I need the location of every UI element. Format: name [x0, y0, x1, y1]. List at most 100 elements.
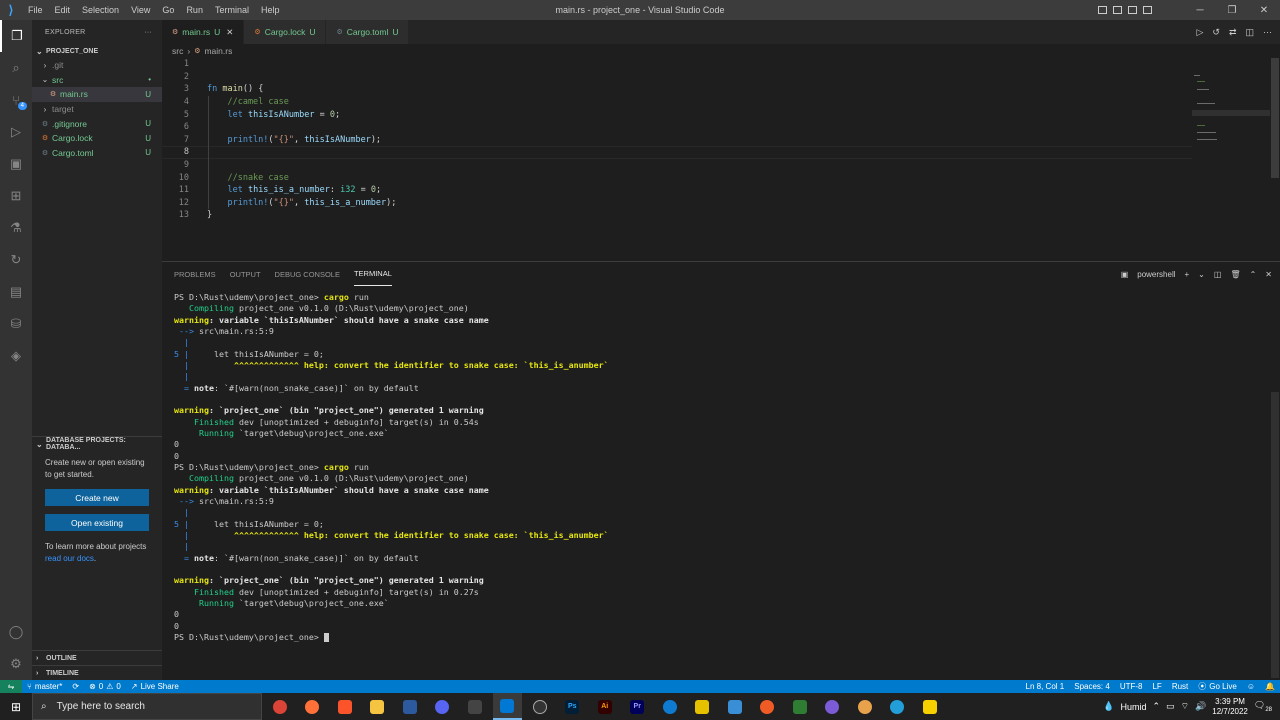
clock[interactable]: 3:39 PM 12/7/2022 — [1212, 697, 1248, 717]
remote-explorer-icon[interactable]: ▣ — [0, 148, 32, 180]
more-actions-icon[interactable]: ··· — [144, 29, 152, 36]
tool-app[interactable] — [720, 693, 750, 720]
tree-item[interactable]: ⚙ Cargo.lock U — [32, 131, 162, 146]
open-existing-button[interactable]: Open existing — [45, 514, 149, 531]
close-tab-icon[interactable]: ✕ — [226, 27, 233, 38]
menu-go[interactable]: Go — [156, 0, 180, 20]
go-forward-icon[interactable]: ⇄ — [1229, 27, 1237, 38]
notification-center-icon[interactable]: 🗨28 — [1254, 700, 1272, 713]
close-panel-icon[interactable]: ✕ — [1265, 270, 1272, 279]
menu-edit[interactable]: Edit — [49, 0, 77, 20]
customize-layout-icon[interactable] — [1143, 6, 1152, 14]
language-mode[interactable]: Rust — [1167, 682, 1193, 691]
database-projects-header[interactable]: ⌄ DATABASE PROJECTS: DATABA... — [32, 436, 162, 451]
run-debug-icon[interactable]: ▷ — [0, 116, 32, 148]
menu-terminal[interactable]: Terminal — [209, 0, 255, 20]
unity-app[interactable] — [460, 693, 490, 720]
game-app[interactable] — [688, 693, 718, 720]
maximize-panel-icon[interactable]: ⌃ — [1250, 270, 1257, 279]
tab-problems[interactable]: PROBLEMS — [174, 262, 216, 286]
docker-icon[interactable]: ▤ — [0, 276, 32, 308]
network-icon[interactable]: ▭ — [1166, 701, 1175, 712]
code-editor[interactable]: 1 2 3 fn main() {4 //camel case 5 let thisIs… — [162, 58, 1192, 261]
github-app[interactable] — [525, 693, 555, 720]
sync-icon[interactable]: ⟳ — [67, 682, 84, 691]
tree-item[interactable]: ⚙ main.rs U — [32, 87, 162, 102]
editor-scrollbar[interactable] — [1270, 58, 1280, 261]
taskbar-search[interactable]: ⌕ Type here to search — [32, 693, 262, 720]
extensions-icon[interactable]: ⊞ — [0, 180, 32, 212]
database-icon[interactable]: ⛁ — [0, 308, 32, 340]
postman-app[interactable] — [753, 693, 783, 720]
volume-icon[interactable]: 🔊 — [1195, 701, 1206, 712]
menu-file[interactable]: File — [22, 0, 49, 20]
minimap[interactable] — [1192, 58, 1270, 261]
end-of-line[interactable]: LF — [1147, 682, 1166, 691]
testing-icon[interactable]: ⚗ — [0, 212, 32, 244]
minimap-slider[interactable] — [1192, 110, 1270, 116]
toggle-secondary-sidebar-icon[interactable] — [1128, 6, 1137, 14]
notifications-icon[interactable]: 🔔 — [1260, 682, 1280, 691]
premiere-app[interactable]: Pr — [623, 693, 653, 720]
outline-section[interactable]: › OUTLINE — [32, 650, 162, 665]
source-control-icon[interactable]: ⑂ 4 — [0, 84, 32, 116]
encoding[interactable]: UTF-8 — [1115, 682, 1148, 691]
cloud-app[interactable] — [850, 693, 880, 720]
powershell-app[interactable] — [395, 693, 425, 720]
brave-app[interactable] — [330, 693, 360, 720]
chrome-app[interactable] — [265, 693, 295, 720]
live-share-icon[interactable]: ↻ — [0, 244, 32, 276]
menu-selection[interactable]: Selection — [76, 0, 125, 20]
tab-output[interactable]: OUTPUT — [230, 262, 261, 286]
menu-view[interactable]: View — [125, 0, 156, 20]
close-window-icon[interactable]: ✕ — [1248, 0, 1280, 20]
search-icon[interactable]: ⌕ — [0, 52, 32, 84]
windows-start-icon[interactable]: ⊞ — [0, 693, 32, 720]
live-share-button[interactable]: ↗ Live Share — [126, 682, 184, 691]
problems-indicator[interactable]: ⊗ 0 ⚠ 0 — [84, 682, 126, 691]
tray-chevron-icon[interactable]: ⌃ — [1153, 701, 1161, 712]
terminal-output[interactable]: PS D:\Rust\udemy\project_one> cargo run … — [174, 292, 1264, 678]
read-docs-link[interactable]: read our docs — [45, 554, 94, 563]
minimize-icon[interactable]: ─ — [1184, 0, 1216, 20]
tree-item[interactable]: ⚙ Cargo.toml U — [32, 146, 162, 161]
edge-app[interactable] — [655, 693, 685, 720]
cursor-position[interactable]: Ln 8, Col 1 — [1021, 682, 1070, 691]
notes-app[interactable] — [915, 693, 945, 720]
breadcrumb-file[interactable]: main.rs — [204, 46, 232, 56]
tab-cargo-lock[interactable]: ⚙ Cargo.lock U — [244, 20, 327, 44]
explorer-icon[interactable]: ❐ — [0, 20, 32, 52]
settings-gear-icon[interactable]: ⚙ — [0, 648, 32, 680]
wifi-icon[interactable]: ⌔ — [1181, 701, 1189, 712]
split-editor-icon[interactable]: ◫ — [1245, 27, 1254, 38]
terminal-scroll-thumb[interactable] — [1271, 392, 1279, 678]
chat-app[interactable] — [818, 693, 848, 720]
breadcrumb-folder[interactable]: src — [172, 46, 183, 56]
indentation[interactable]: Spaces: 4 — [1069, 682, 1115, 691]
trash-icon[interactable]: 🗑 — [1230, 270, 1240, 279]
branch-indicator[interactable]: ⑂ master* — [22, 682, 67, 691]
remote-indicator-icon[interactable]: ⇋ — [0, 680, 22, 693]
timeline-section[interactable]: › TIMELINE — [32, 665, 162, 680]
telegram-app[interactable] — [883, 693, 913, 720]
discord-app[interactable] — [428, 693, 458, 720]
tree-item[interactable]: › .git — [32, 58, 162, 73]
run-icon[interactable]: ▷ — [1196, 27, 1203, 38]
terminal-scrollbar[interactable] — [1270, 392, 1280, 678]
vscode-app[interactable] — [492, 693, 522, 720]
tab-terminal[interactable]: TERMINAL — [353, 262, 392, 286]
file-explorer-app[interactable] — [363, 693, 393, 720]
more-actions-icon[interactable]: ··· — [1263, 27, 1272, 37]
terminal-shell-label[interactable]: powershell — [1137, 270, 1175, 279]
new-terminal-icon[interactable]: + — [1185, 270, 1190, 279]
android-app[interactable] — [785, 693, 815, 720]
menu-help[interactable]: Help — [255, 0, 286, 20]
toggle-sidebar-icon[interactable] — [1098, 6, 1107, 14]
layers-icon[interactable]: ◈ — [0, 340, 32, 372]
tree-item[interactable]: › target — [32, 102, 162, 117]
chevron-down-icon[interactable]: ⌄ — [1198, 270, 1205, 279]
illustrator-app[interactable]: Ai — [590, 693, 620, 720]
go-live-button[interactable]: ⦿ Go Live — [1193, 681, 1242, 692]
tree-item[interactable]: ⚙ .gitignore U — [32, 116, 162, 131]
tree-item[interactable]: ⌄ src • — [32, 73, 162, 88]
